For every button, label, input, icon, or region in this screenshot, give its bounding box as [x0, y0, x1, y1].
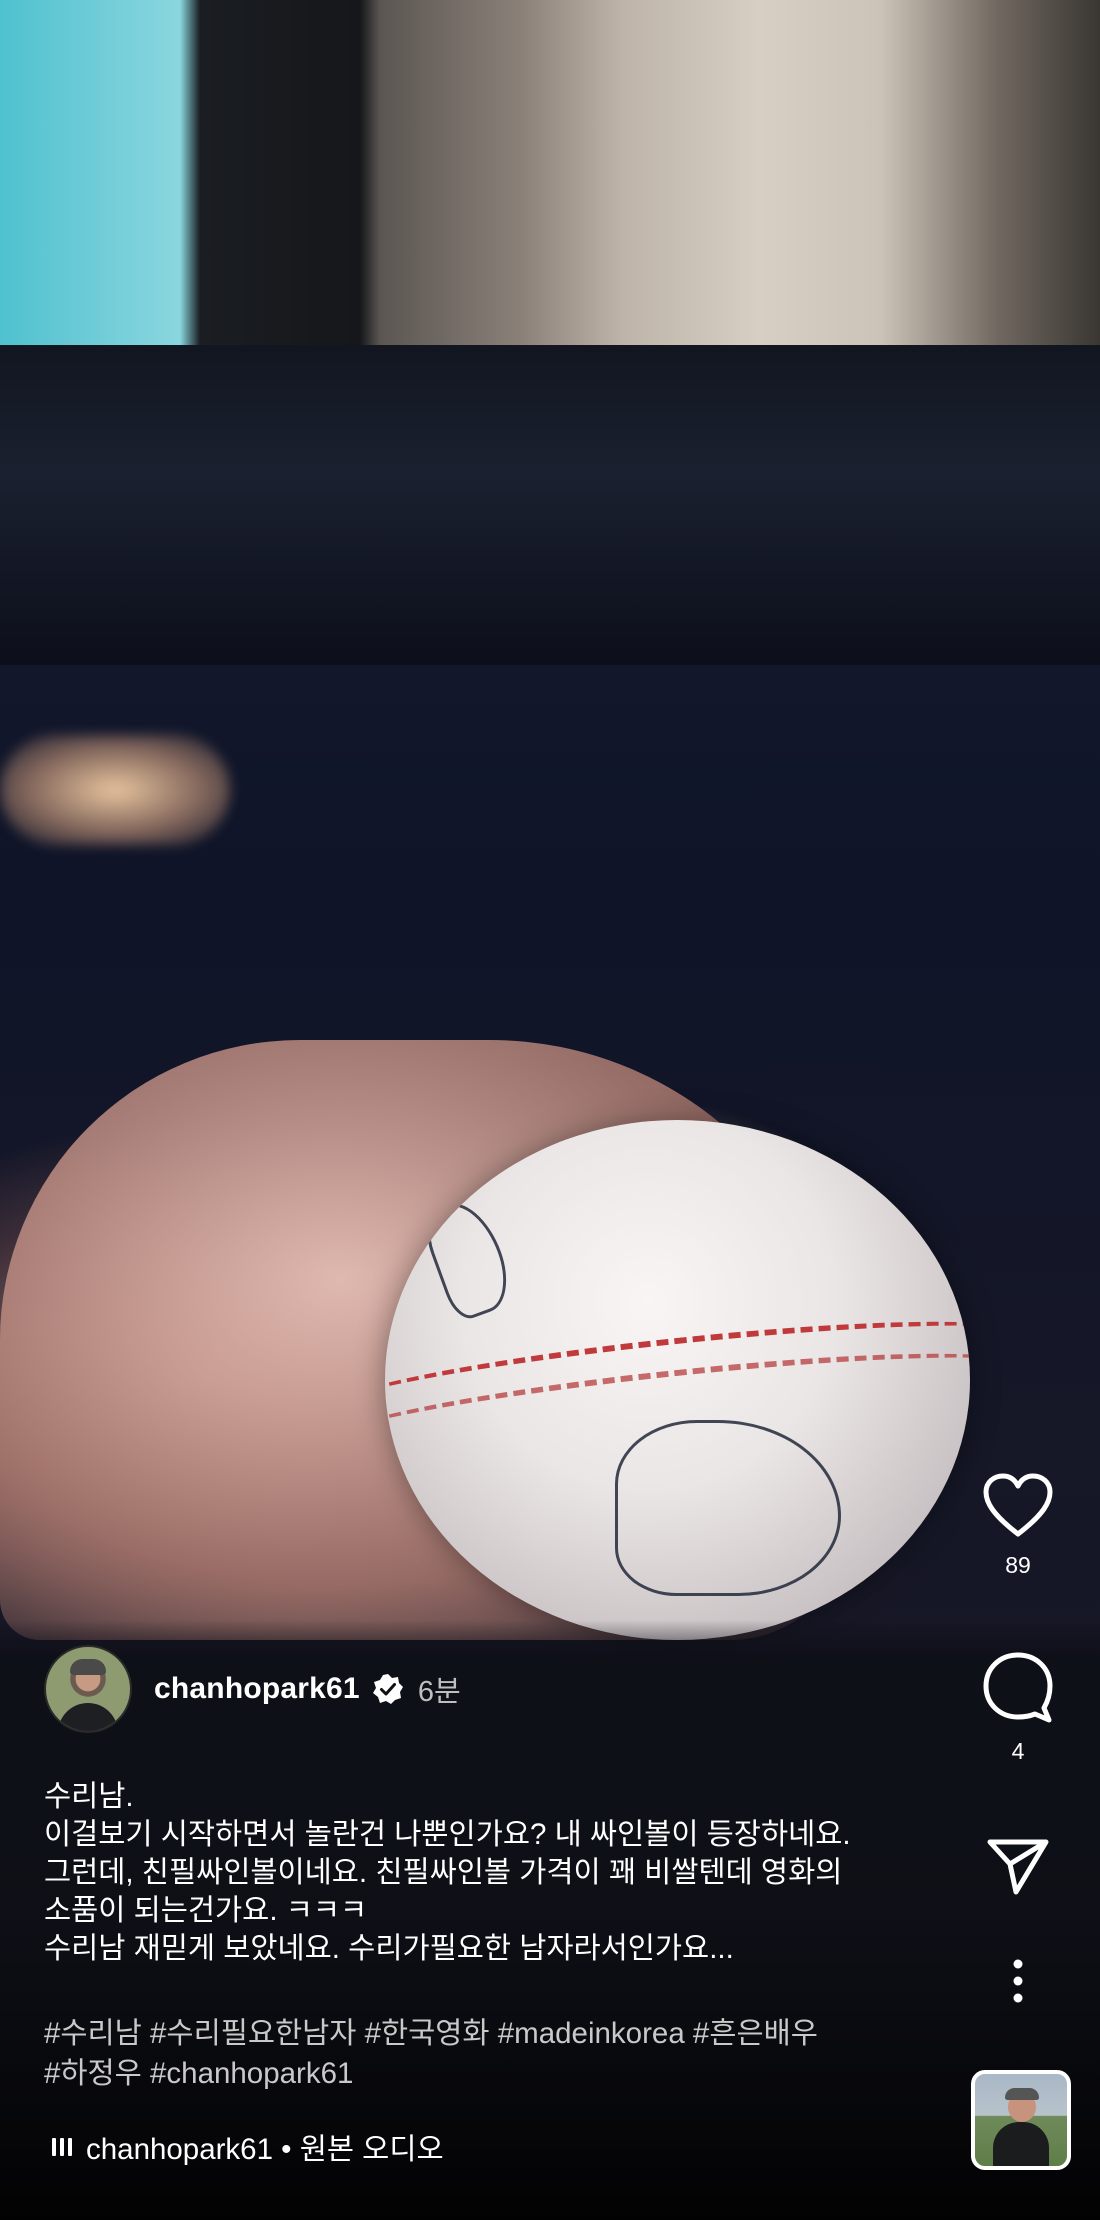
video-background-room: [0, 0, 1100, 360]
video-signed-baseball: [385, 1120, 970, 1640]
post-author: chanhopark61 6분: [44, 1645, 461, 1733]
share-action[interactable]: [968, 1836, 1068, 1896]
heart-icon[interactable]: [982, 1472, 1054, 1538]
post-caption[interactable]: 수리남. 이걸보기 시작하면서 놀란건 나뿐인가요? 내 싸인볼이 등장하네요.…: [44, 1778, 944, 1968]
video-monitor-frame: [0, 345, 1100, 665]
thumbnail-person-body: [993, 2122, 1049, 2166]
baseball-signature: [615, 1420, 841, 1596]
avatar-cap: [70, 1659, 106, 1675]
post-time: 6분: [417, 1676, 461, 1708]
verified-badge-icon: [372, 1674, 403, 1704]
baseball-signature: [417, 1192, 519, 1324]
paper-plane-icon[interactable]: [986, 1836, 1050, 1896]
avatar-body: [58, 1703, 118, 1731]
like-action[interactable]: 89: [968, 1472, 1068, 1579]
username[interactable]: chanhopark61: [154, 1672, 360, 1706]
like-count: 89: [1005, 1552, 1031, 1578]
audio-attribution[interactable]: chanhopark61 • 원본 오디오: [52, 2126, 444, 2168]
audio-label[interactable]: chanhopark61 • 원본 오디오: [86, 2126, 444, 2168]
comment-count: 4: [1011, 1738, 1025, 1764]
post-hashtags[interactable]: #수리남 #수리필요한남자 #한국영화 #madeinkorea #흔은배우 #…: [44, 2014, 944, 2094]
avatar[interactable]: [44, 1645, 132, 1733]
audio-thumbnail[interactable]: [971, 2070, 1071, 2170]
comment-bubble-icon[interactable]: [981, 1650, 1055, 1724]
thumbnail-person-cap: [1005, 2088, 1039, 2100]
hashtag-list[interactable]: #수리남 #수리필요한남자 #한국영화 #madeinkorea #흔은배우 #…: [44, 2017, 818, 2090]
video-light-bokeh: [0, 735, 230, 845]
more-options-button[interactable]: [968, 1958, 1068, 2004]
audio-bars-icon: [52, 2138, 72, 2156]
more-vertical-icon[interactable]: [1012, 1958, 1024, 2004]
comment-action[interactable]: 4: [968, 1650, 1068, 1765]
